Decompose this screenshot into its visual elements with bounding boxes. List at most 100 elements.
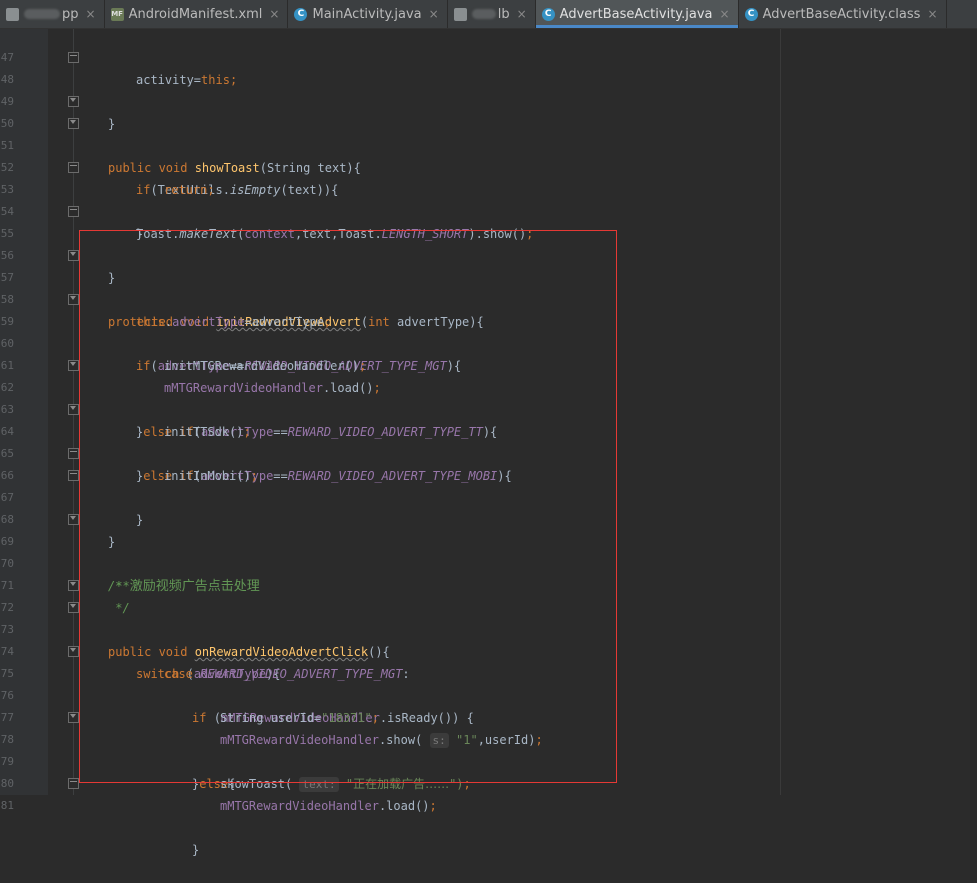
code-text: } [108,535,116,549]
fold-marker[interactable] [68,206,79,217]
code-comment: * [108,579,130,593]
code-line: 51 if(TextUtils.isEmpty(text)){ [0,113,338,197]
android-icon [6,7,19,21]
code-string: ") [449,777,464,791]
fold-marker[interactable] [68,250,79,261]
code-line: 66 } [0,443,143,527]
code-line: 65 initInMobi(); [0,421,258,483]
tab-android-manifest[interactable]: MF AndroidManifest.xml × [105,0,289,28]
code-line: 53 } [0,157,143,241]
fold-marker[interactable] [68,470,79,481]
code-string: "18371" [321,711,372,725]
tab-advert-base-activity-class[interactable]: C AdvertBaseActivity.class × [739,0,947,28]
code-line: 71 */ [0,553,130,615]
code-text: ){ [446,359,462,373]
code-line: 67 } [0,465,115,549]
fold-marker[interactable] [68,294,79,305]
code-text: } [108,271,116,285]
fold-marker[interactable] [68,602,79,613]
code-keyword: if [192,711,214,725]
code-text: =advertType [244,315,324,329]
code-line: 49 [0,69,29,108]
fold-marker[interactable] [68,646,79,657]
blurred-text [24,9,60,19]
code-method-name: showToast [194,161,260,175]
code-keyword: public void [108,161,195,175]
code-punct: ; [373,381,381,395]
code-text: ,userId) [477,733,536,747]
right-margin-guide [780,29,781,795]
code-punct: ; [207,183,215,197]
close-icon[interactable]: × [269,7,279,21]
code-text: (text)){ [280,183,339,197]
fold-marker[interactable] [68,360,79,371]
code-keyword: this [201,73,230,87]
code-line: 81 } [0,773,199,857]
code-constant: REWARD_VIDEO_ADVERT_TYPE_MGT [200,667,403,681]
close-icon[interactable]: × [86,7,96,21]
fold-marker[interactable] [68,162,79,173]
code-line: 59 if(advertType==REWARD_VIDEO_ADVERT_TY… [0,289,461,373]
code-text: .show( [378,733,430,747]
code-line: 69 /** [0,509,130,593]
code-line: 47 activity=this; [0,25,237,87]
code-text: ).show() [468,227,527,241]
close-icon[interactable]: × [720,7,730,21]
close-icon[interactable]: × [517,7,527,21]
class-c-icon: C [744,7,758,21]
code-field: mMTGRewardVideoHandler [164,381,323,395]
code-field: context [244,227,295,241]
code-comment: */ [108,601,130,615]
code-punct: ; [243,425,251,439]
code-string: " [338,777,354,791]
code-text: initInMobi() [164,469,251,483]
code-punct: ; [323,315,332,329]
code-line: 63 initTTSdk(); [0,377,251,439]
parameter-hint: s: [429,733,449,748]
code-text: Toast. [136,227,180,241]
code-string: "1" [448,733,478,747]
tab-app[interactable]: pp × [0,0,105,28]
tab-label: lb [497,6,510,22]
fold-marker[interactable] [68,52,79,63]
line-number: 81 [0,799,14,812]
tab-advert-base-activity-java[interactable]: C AdvertBaseActivity.java × [535,0,739,28]
code-text: advertType){ [397,315,484,329]
code-line: 64 }else if(advertType==REWARD_VIDEO_ADV… [0,399,512,483]
code-punct: ; [429,799,437,813]
fold-marker[interactable] [68,404,79,415]
code-editor[interactable]: 47 activity=this; 48 } 49 50 public void… [0,29,977,857]
tab-main-activity[interactable]: C MainActivity.java × [288,0,448,28]
code-method-name: onRewardVideoAdvertClick [194,645,369,659]
manifest-file-icon: MF [110,7,124,21]
fold-marker[interactable] [68,580,79,591]
code-text: } [108,117,116,131]
tab-gradle[interactable]: lb × [448,0,536,28]
code-text: == [273,425,288,439]
close-icon[interactable]: × [429,7,439,21]
code-text: .isReady()) { [379,711,474,725]
code-line: 79 showToast( text: "正在加载广告……"); [0,729,471,792]
tab-label: AdvertBaseActivity.class [762,6,921,22]
code-field: mMTGRewardVideoHandler [220,799,379,813]
fold-marker[interactable] [68,96,79,107]
fold-marker[interactable] [68,712,79,723]
tab-label: MainActivity.java [312,6,422,22]
code-line: 78 }else{ [0,707,235,791]
tab-label: pp [62,6,79,22]
code-constant: REWARD_VIDEO_ADVERT_TYPE_MOBI [287,469,498,483]
fold-marker[interactable] [68,514,79,525]
code-keyword: if [136,183,151,197]
code-keyword: public void [108,645,195,659]
close-icon[interactable]: × [927,7,937,21]
fold-marker[interactable] [68,778,79,789]
code-keyword: this [136,315,165,329]
fold-marker[interactable] [68,448,79,459]
code-text: (String text){ [259,161,361,175]
fold-marker[interactable] [68,118,79,129]
code-keyword: if [136,359,151,373]
code-line: 61 mMTGRewardVideoHandler.load(); [0,333,381,395]
class-c-icon: C [294,7,308,21]
code-text: (){ [368,645,390,659]
blurred-text [471,9,496,19]
